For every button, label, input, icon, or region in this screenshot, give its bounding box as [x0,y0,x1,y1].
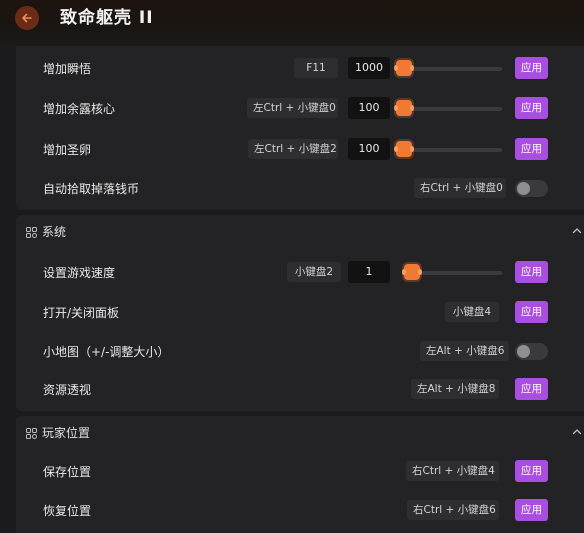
header: 致命躯壳 II [0,0,584,46]
toggle-knob [517,182,530,195]
slider-thumb[interactable] [394,141,414,157]
system-label: 小地图（+/-调整大小） [43,345,170,359]
system-row: 设置游戏速度 小键盘2 1 应用 [16,256,584,290]
hotkey-badge[interactable]: 左Alt + 小键盘6 [420,341,509,361]
hotkey-badge[interactable]: 右Ctrl + 小键盘4 [406,461,499,481]
apply-button[interactable]: 应用 [515,57,548,79]
hotkey-badge[interactable]: 左Ctrl + 小键盘2 [248,139,338,159]
apply-button[interactable]: 应用 [515,378,548,400]
hotkey-badge[interactable]: 左Alt + 小键盘8 [411,379,499,399]
slider-thumb[interactable] [402,264,422,280]
apply-button[interactable]: 应用 [515,460,548,482]
section-title: 玩家位置 [42,426,91,440]
grid-icon [26,227,37,238]
apply-button[interactable]: 应用 [515,97,548,119]
position-label: 恢复位置 [43,504,92,518]
value-input[interactable]: 1000 [348,57,390,79]
hotkey-badge[interactable]: 右Ctrl + 小键盘0 [414,178,506,198]
hotkey-badge[interactable]: F11 [294,58,338,78]
hotkey-badge[interactable]: 小键盘2 [287,262,341,282]
cheat-label: 自动拾取掉落钱币 [43,182,140,196]
cheat-label: 增加圣卵 [43,143,92,157]
cheat-row: 增加余露核心 左Ctrl + 小键盘0 100 应用 [16,92,584,126]
grid-icon [26,428,37,439]
chevron-up-icon[interactable] [572,427,582,437]
hotkey-badge[interactable]: 小键盘4 [445,302,499,322]
system-panel: 系统 设置游戏速度 小键盘2 1 应用 打开/关闭面板 小键盘4 应用 小地图（… [16,215,584,411]
section-title: 系统 [42,225,67,239]
system-label: 资源透视 [43,383,92,397]
system-row: 资源透视 左Alt + 小键盘8 应用 [16,373,584,407]
hotkey-badge[interactable]: 右Ctrl + 小键盘6 [407,500,499,520]
toggle-switch[interactable] [515,343,548,360]
system-label: 设置游戏速度 [43,266,116,280]
apply-button[interactable]: 应用 [515,138,548,160]
value-input[interactable]: 100 [348,138,390,160]
system-row: 小地图（+/-调整大小） 左Alt + 小键盘6 [16,335,584,369]
toggle-knob [517,345,530,358]
apply-button[interactable]: 应用 [515,261,548,283]
apply-button[interactable]: 应用 [515,301,548,323]
hotkey-badge[interactable]: 左Ctrl + 小键盘0 [247,98,338,118]
trainer-app: 致命躯壳 II 增加瞬悟 F11 1000 应用 增加余露核心 左Ctrl + … [0,0,584,533]
back-arrow-icon [22,13,32,23]
position-row: 恢复位置 右Ctrl + 小键盘6 应用 [16,494,584,528]
system-row: 打开/关闭面板 小键盘4 应用 [16,296,584,330]
slider-thumb[interactable] [394,60,414,76]
app-title: 致命躯壳 II [60,8,154,28]
position-row: 保存位置 右Ctrl + 小键盘4 应用 [16,455,584,489]
value-input[interactable]: 100 [348,97,390,119]
value-input[interactable]: 1 [348,261,390,283]
cheat-label: 增加余露核心 [43,102,116,116]
toggle-switch[interactable] [515,180,548,197]
cheat-row: 增加瞬悟 F11 1000 应用 [16,52,584,86]
cheat-row: 增加圣卵 左Ctrl + 小键盘2 100 应用 [16,133,584,167]
apply-button[interactable]: 应用 [515,499,548,521]
player-position-panel: 玩家位置 保存位置 右Ctrl + 小键盘4 应用 恢复位置 右Ctrl + 小… [16,416,584,533]
cheats-panel: 增加瞬悟 F11 1000 应用 增加余露核心 左Ctrl + 小键盘0 100… [16,46,584,210]
cheat-row: 自动拾取掉落钱币 右Ctrl + 小键盘0 [16,172,584,206]
slider-thumb[interactable] [394,100,414,116]
chevron-up-icon[interactable] [572,226,582,236]
cheat-label: 增加瞬悟 [43,62,92,76]
position-label: 保存位置 [43,465,92,479]
back-button[interactable] [15,6,39,30]
section-header[interactable]: 玩家位置 [16,416,584,450]
section-header[interactable]: 系统 [16,215,584,249]
system-label: 打开/关闭面板 [43,306,120,320]
